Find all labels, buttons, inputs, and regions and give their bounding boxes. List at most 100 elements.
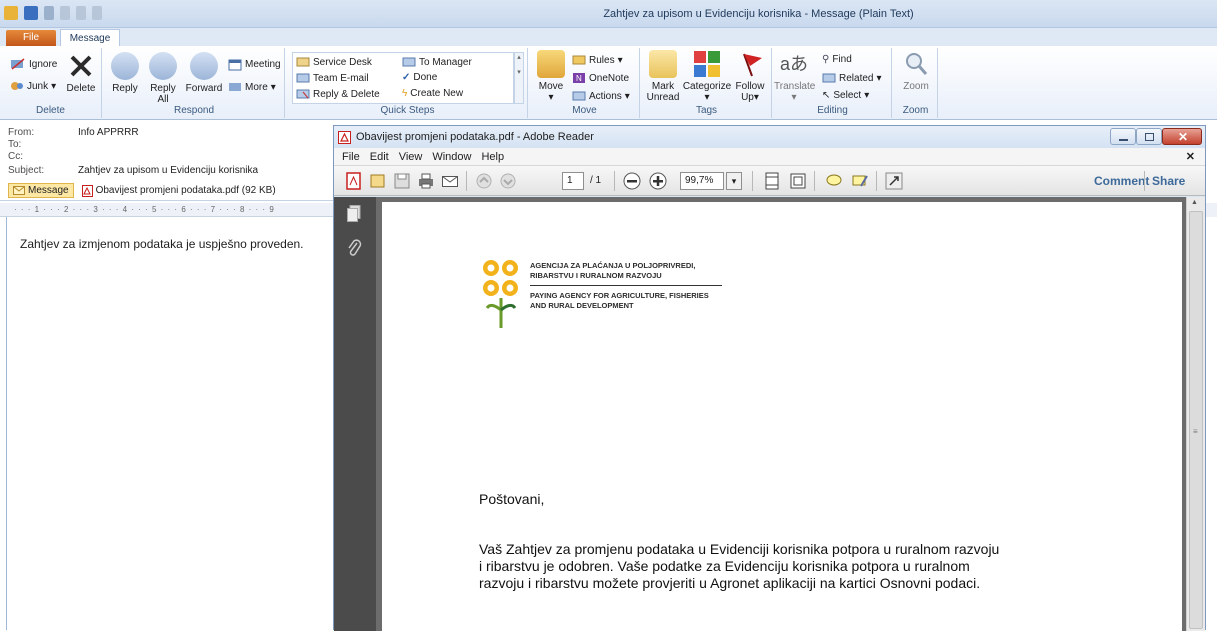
quick-steps-group: Service Desk Team E-mail Reply & Delete … [288,48,528,118]
ruler: · · · 1 · · · 2 · · · 3 · · · 4 · · · 5 … [0,203,334,217]
vertical-scrollbar[interactable]: ▲ ≡ [1186,197,1205,631]
delete-group-label: Delete [36,105,65,116]
forward-button[interactable]: Forward [184,52,224,94]
more-respond-button[interactable]: More ▾ [228,81,276,93]
open-button[interactable] [368,171,388,191]
menu-edit[interactable]: Edit [370,151,389,163]
related-icon [822,73,836,83]
meeting-button[interactable]: Meeting [228,58,281,71]
letter-line-3: razvoju i ribarstvu možete provjeriti u … [479,575,981,591]
zoom-button[interactable]: Zoom [898,50,934,92]
agency-name-hr-1: AGENCIJA ZA PLAĆANJA U POLJOPRIVREDI, [530,261,696,270]
reader-side-panel [334,197,376,631]
scrollbar-thumb[interactable] [1189,211,1203,629]
delete-button[interactable]: Delete [64,52,98,94]
minimize-button[interactable] [1110,128,1136,145]
qs-create-new[interactable]: ϟ Create New [402,88,463,99]
lightning-icon: ϟ [402,88,408,99]
rules-button[interactable]: Rules ▾ [572,54,623,66]
page-number-input[interactable]: 1 [562,172,584,190]
reader-title: Obavijest promjeni podataka.pdf - Adobe … [356,131,594,143]
more-icon [229,83,241,91]
save-button[interactable] [392,171,412,191]
email-button[interactable] [440,171,460,191]
from-value[interactable]: Info APPRRR [78,127,139,138]
menu-window[interactable]: Window [432,151,471,163]
tags-group-label: Tags [695,105,718,116]
chevron-down-icon: ▾ [791,92,797,103]
letter-line-2: i ribarstvu je odobren. Vaše podatke za … [479,558,970,574]
to-label: To: [8,139,22,150]
quick-steps-label: Quick Steps [380,105,435,116]
move-group-label: Move [572,105,597,116]
categorize-button[interactable]: Categorize ▾ [682,50,732,103]
editing-group-label: Editing [817,105,848,116]
follow-up-button[interactable]: Follow Up▾ [732,50,768,103]
prev-page-button[interactable] [474,171,494,191]
highlight-button[interactable] [850,171,870,191]
zoom-out-button[interactable] [622,171,642,191]
paperclip-icon[interactable] [346,239,362,257]
actions-button[interactable]: Actions ▾ [572,90,630,102]
share-button[interactable]: Share [1152,174,1185,188]
message-body: Zahtjev za izmjenom podataka je uspješno… [20,237,304,251]
outlook-titlebar: Zahtjev za upisom u Evidenciju korisnika… [0,0,1217,28]
flag-icon [743,53,762,77]
comment-button[interactable]: Comment [1094,174,1149,188]
print-button[interactable] [416,171,436,191]
qs-service-desk[interactable]: Service Desk [296,56,372,68]
close-document-icon[interactable]: ✕ [1186,150,1195,163]
toolbar-separator [614,171,615,191]
junk-button[interactable]: Junk ▾ [10,80,56,92]
create-pdf-button[interactable] [344,171,364,191]
find-button[interactable]: ⚲ Find [822,54,852,65]
mail-icon [296,57,310,67]
translate-button[interactable]: aあ Translate ▾ [774,50,815,103]
pages-icon[interactable] [346,205,362,223]
menu-view[interactable]: View [399,151,423,163]
message-header: From: Info APPRRR To: Cc: Subject: Zahtj… [0,121,334,201]
reply-all-button[interactable]: Reply All [146,52,180,105]
maximize-button[interactable] [1136,128,1162,145]
tab-message[interactable]: Message [60,29,120,47]
move-group: Move ▾ Rules ▾ N OneNote Actions ▾ Move [530,48,640,118]
sticky-note-button[interactable] [824,171,844,191]
related-button[interactable]: Related ▾ [822,72,882,84]
zoom-in-button[interactable] [648,171,668,191]
message-attachment-tab[interactable]: Message [8,183,74,198]
chevron-down-icon: ▾ [731,176,737,186]
qs-reply-delete[interactable]: Reply & Delete [296,88,380,100]
ignore-button[interactable]: Ignore [10,58,57,70]
qs-to-manager[interactable]: To Manager [402,56,472,68]
fit-width-button[interactable] [788,171,808,191]
mark-unread-button[interactable]: Mark Unread [644,50,682,103]
expand-button[interactable] [884,171,904,191]
expand-icon [885,172,903,190]
chevron-down-icon: ▾ [624,90,630,102]
reply-delete-icon [296,89,310,99]
next-page-button[interactable] [498,171,518,191]
junk-icon [11,82,23,90]
left-margin-line [6,217,7,630]
zoom-level-input[interactable]: 99,7% [680,172,724,190]
qs-team-email[interactable]: Team E-mail [296,72,369,84]
tab-file[interactable]: File [6,30,56,46]
move-button[interactable]: Move ▾ [534,50,568,103]
quick-steps-scroll[interactable]: ▴ ▾ [514,52,524,104]
delete-x-icon [70,55,92,77]
menu-help[interactable]: Help [481,151,504,163]
pdf-attachment[interactable]: Obavijest promjeni podataka.pdf (92 KB) [78,184,280,198]
scroll-up-icon[interactable]: ▲ [1191,199,1198,206]
qs-done[interactable]: ✓ Done [402,72,437,83]
onenote-button[interactable]: N OneNote [572,72,629,84]
reply-button[interactable]: Reply [108,52,142,94]
fit-page-button[interactable] [762,171,782,191]
toolbar-separator [814,171,815,191]
close-button[interactable]: ✕ [1162,128,1202,145]
maximize-icon [1145,133,1154,141]
zoom-dropdown-button[interactable]: ▾ [726,172,742,190]
delete-group: Ignore Junk ▾ Delete Delete [0,48,102,118]
pdf-icon [81,184,93,197]
menu-file[interactable]: File [342,151,360,163]
select-button[interactable]: ↖ Select ▾ [822,90,869,101]
